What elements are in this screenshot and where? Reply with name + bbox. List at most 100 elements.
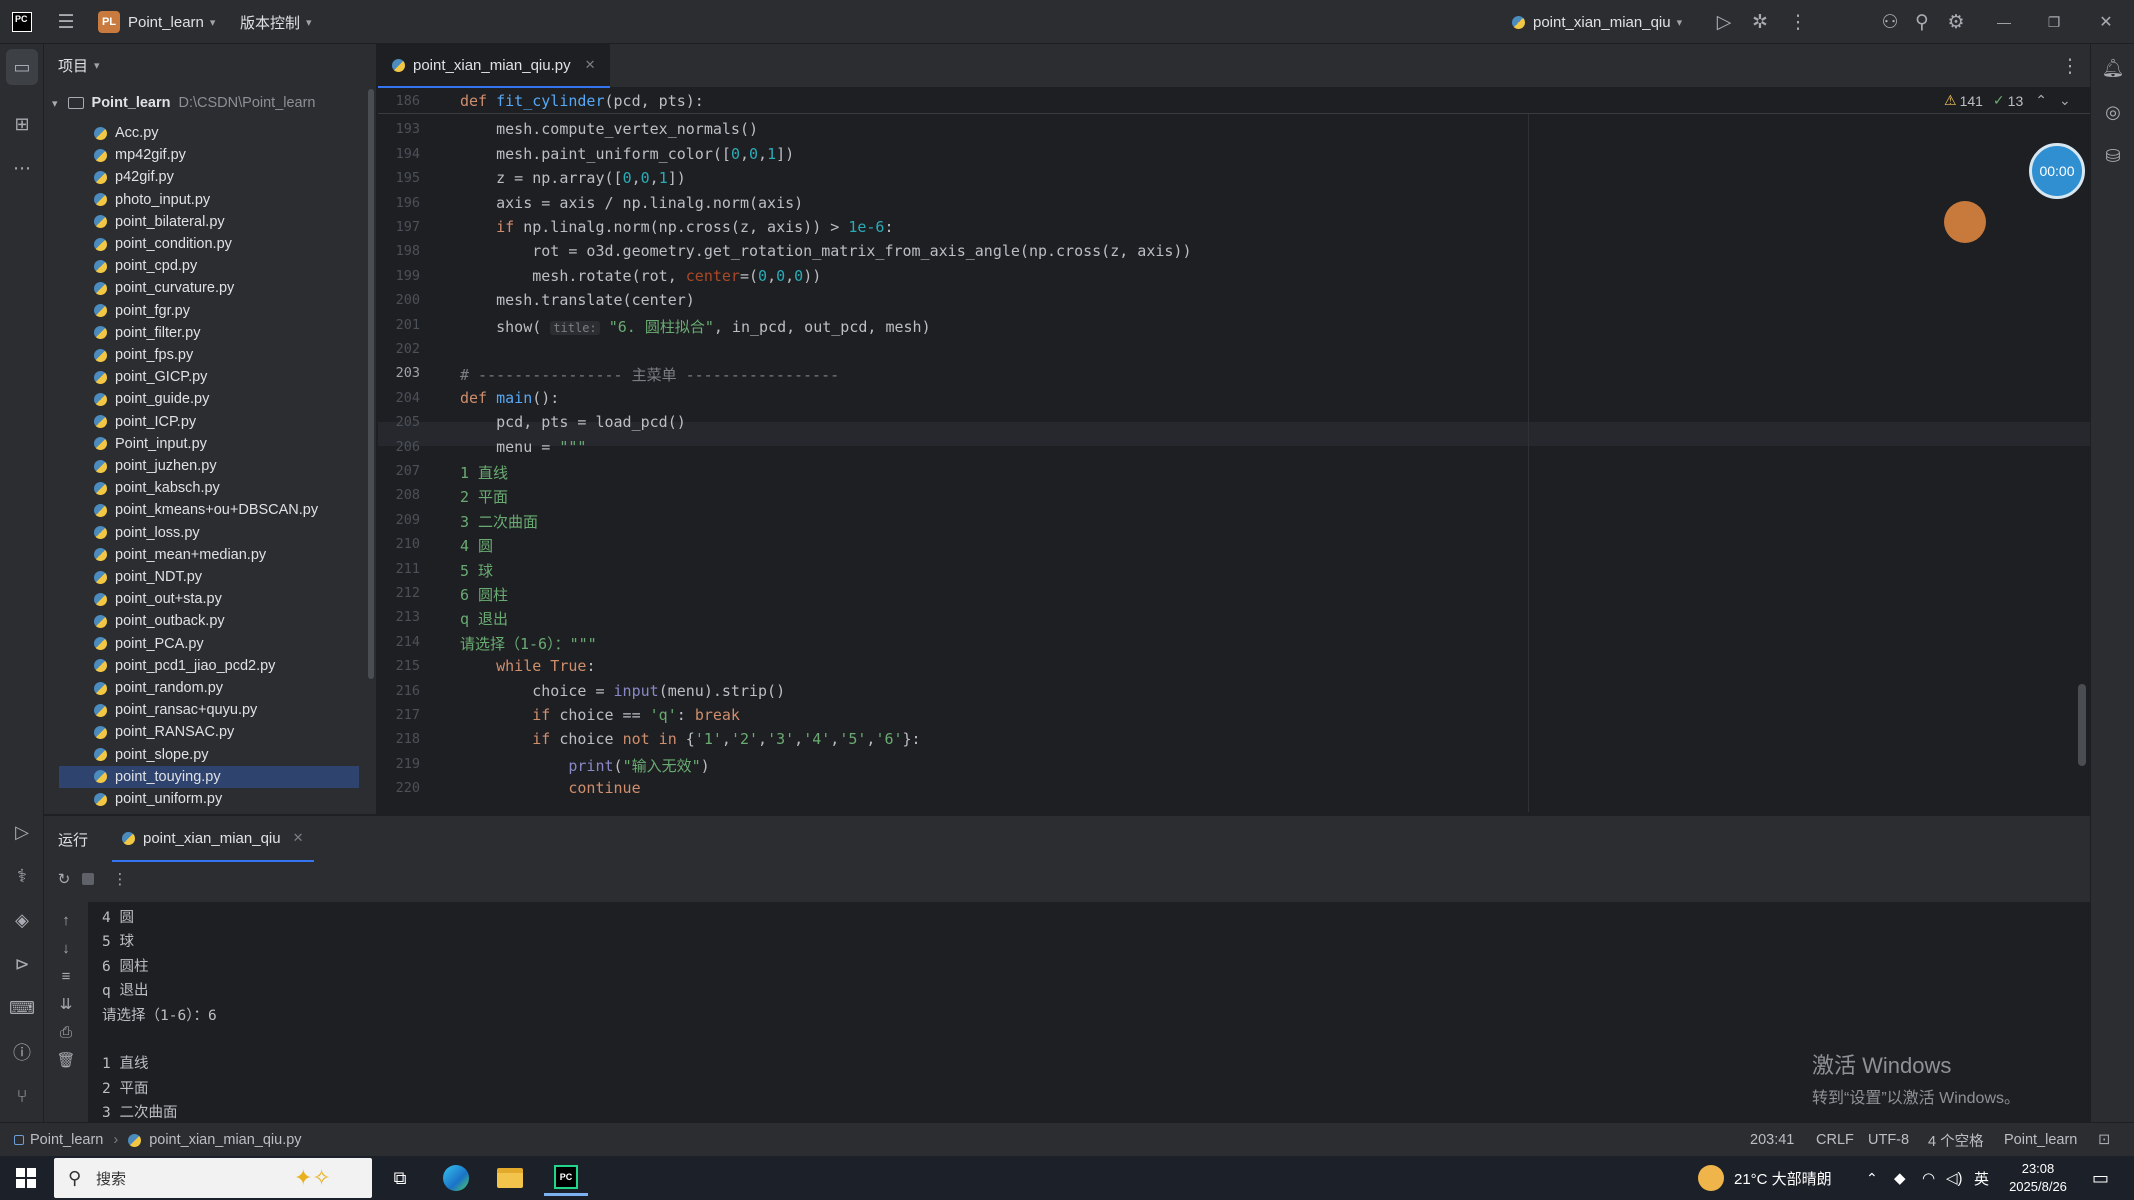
close-run-tab-icon[interactable]: ✕ [293, 830, 304, 846]
python-interpreter[interactable]: Point_learn [2004, 1123, 2077, 1157]
print-icon[interactable]: ⎙ [44, 1018, 88, 1046]
scroll-down-arrow-icon[interactable]: ↓ [44, 934, 88, 962]
tree-root[interactable]: ▾ Point_learn D:\CSDN\Point_learn [52, 92, 316, 114]
network-wifi-icon[interactable]: ◠ [1922, 1156, 1935, 1200]
rerun-icon[interactable]: ↻ [50, 866, 78, 892]
notification-center-icon[interactable]: ▭ [2092, 1156, 2109, 1200]
file-item[interactable]: point_out+sta.py [92, 588, 376, 610]
file-item[interactable]: point_RANSAC.py [92, 721, 376, 743]
file-explorer-icon[interactable] [488, 1160, 532, 1196]
file-item[interactable]: point_fgr.py [92, 300, 376, 322]
close-window-icon[interactable]: ✕ [2092, 0, 2120, 44]
file-item[interactable]: point_juzhen.py [92, 455, 376, 477]
breadcrumb-project[interactable]: Point_learn [30, 1132, 103, 1148]
file-item[interactable]: point_guide.py [92, 388, 376, 410]
file-item[interactable]: point_NDT.py [92, 566, 376, 588]
clear-trash-icon[interactable]: 🗑︎ [44, 1046, 88, 1074]
sticky-header[interactable]: 186 def fit_cylinder(pcd, pts): ⚠ 141 ✓ … [378, 90, 2090, 114]
file-item[interactable]: point_ransac+quyu.py [92, 699, 376, 721]
python-console-icon[interactable]: ⚕ [0, 858, 44, 894]
file-item[interactable]: point_curvature.py [92, 277, 376, 299]
file-item[interactable]: Acc.py [92, 122, 376, 144]
file-item[interactable]: Point_input.py [92, 433, 376, 455]
file-item[interactable]: point_outback.py [92, 610, 376, 632]
floating-timer[interactable]: 00:00 [2029, 143, 2085, 199]
notifications-bell-icon[interactable]: 🔔︎ [2091, 50, 2134, 86]
file-item[interactable]: point_touying.py [59, 765, 359, 788]
project-scrollbar[interactable] [368, 89, 374, 679]
file-item[interactable]: point_GICP.py [92, 366, 376, 388]
file-item[interactable]: point_pcd1_jiao_pcd2.py [92, 655, 376, 677]
main-menu-icon[interactable]: ☰ [52, 0, 80, 44]
maximize-icon[interactable]: ❐ [2040, 0, 2068, 44]
file-item[interactable]: point_random.py [92, 677, 376, 699]
file-item[interactable]: point_bilateral.py [92, 211, 376, 233]
input-method-indicator[interactable]: 英 [1974, 1156, 1989, 1200]
tray-overflow-icon[interactable]: ⌃ [1866, 1156, 1878, 1200]
vcs-menu[interactable]: 版本控制 ▾ [240, 0, 312, 44]
pycharm-taskbar-icon[interactable]: PC [544, 1160, 588, 1196]
run-tab[interactable]: point_xian_mian_qiu ✕ [112, 816, 314, 862]
caret-position[interactable]: 203:41 [1750, 1123, 1794, 1157]
soft-wrap-icon[interactable]: ≡ [44, 962, 88, 990]
task-view-icon[interactable]: ⧉ [378, 1160, 422, 1196]
file-item[interactable]: point_cpd.py [92, 255, 376, 277]
file-item[interactable]: point_ICP.py [92, 411, 376, 433]
file-item[interactable]: photo_input.py [92, 189, 376, 211]
settings-gear-icon[interactable]: ⚙ [1942, 0, 1970, 44]
file-item[interactable]: point_loss.py [92, 522, 376, 544]
tab-options-icon[interactable]: ⋮ [2058, 44, 2082, 88]
editor-scrollbar[interactable] [2078, 684, 2086, 766]
database-icon[interactable]: ⛁ [2091, 138, 2134, 174]
taskbar-search-box[interactable]: ⚲ 搜索 ✦✧ [54, 1158, 372, 1198]
ai-assistant-icon[interactable]: ◎ [2091, 94, 2134, 130]
file-item[interactable]: point_PCA.py [92, 633, 376, 655]
file-item[interactable]: point_filter.py [92, 322, 376, 344]
indent-setting[interactable]: 4 个空格 [1928, 1123, 1984, 1157]
file-item[interactable]: point_condition.py [92, 233, 376, 255]
run-config-selector[interactable]: point_xian_mian_qiu ▾ [1512, 0, 1682, 44]
more-actions-icon[interactable]: ⋮ [1784, 0, 1812, 44]
run-more-icon[interactable]: ⋮ [106, 866, 134, 892]
close-tab-icon[interactable]: ✕ [585, 57, 596, 73]
file-encoding[interactable]: UTF-8 [1868, 1123, 1909, 1157]
inspection-widget[interactable]: ⚠ 141 ✓ 13 ⌃ ⌄ [1944, 92, 2071, 109]
file-item[interactable]: mp42gif.py [92, 144, 376, 166]
file-item[interactable]: point_slope.py [92, 744, 376, 766]
file-item[interactable]: point_kabsch.py [92, 477, 376, 499]
git-icon[interactable]: ⑂ [0, 1078, 44, 1114]
clock[interactable]: 23:08 2025/8/26 [2000, 1156, 2076, 1200]
windows-start-icon[interactable] [4, 1160, 48, 1196]
scroll-to-end-icon[interactable]: ⇊ [44, 990, 88, 1018]
edge-browser-icon[interactable] [434, 1160, 478, 1196]
breadcrumb-file[interactable]: point_xian_mian_qiu.py [149, 1132, 301, 1148]
layers-icon[interactable]: ◈ [0, 902, 44, 938]
services-icon[interactable]: ⊳ [0, 946, 44, 982]
project-tool-folder-icon[interactable]: ▭ [6, 49, 38, 85]
line-separator[interactable]: CRLF [1816, 1123, 1854, 1157]
terminal-icon[interactable]: ⌨ [0, 990, 44, 1026]
file-item[interactable]: p42gif.py [92, 166, 376, 188]
file-item[interactable]: point_fps.py [92, 344, 376, 366]
file-item[interactable]: point_uniform.py [92, 788, 376, 810]
volume-icon[interactable]: ◁) [1946, 1156, 1963, 1200]
minimize-icon[interactable]: — [1990, 0, 2018, 44]
next-highlight-icon[interactable]: ⌄ [2059, 92, 2071, 109]
read-only-lock-icon[interactable]: ⊡ [2098, 1123, 2110, 1157]
stop-icon[interactable] [82, 873, 94, 885]
search-icon[interactable]: ⚲ [1908, 0, 1936, 44]
run-tool-icon[interactable]: ▷ [0, 814, 44, 850]
file-item[interactable]: point_kmeans+ou+DBSCAN.py [92, 499, 376, 521]
previous-highlight-icon[interactable]: ⌃ [2035, 92, 2047, 109]
scroll-up-arrow-icon[interactable]: ↑ [44, 906, 88, 934]
more-tools-icon[interactable]: ⋯ [0, 150, 44, 186]
add-user-icon[interactable]: ⚇ [1876, 0, 1904, 44]
project-switcher[interactable]: PL Point_learn ▾ [98, 0, 215, 44]
debug-icon[interactable]: ✲ [1746, 0, 1774, 44]
file-item[interactable]: point_xian_mian_qiu.py [92, 810, 376, 814]
structure-icon[interactable]: ⊞ [0, 106, 44, 142]
project-panel-header[interactable]: 项目 ▾ [44, 44, 376, 86]
file-item[interactable]: point_mean+median.py [92, 544, 376, 566]
weather-widget[interactable]: 21°C 大部晴朗 [1698, 1156, 1832, 1200]
problems-icon[interactable]: ⓘ [0, 1034, 44, 1070]
